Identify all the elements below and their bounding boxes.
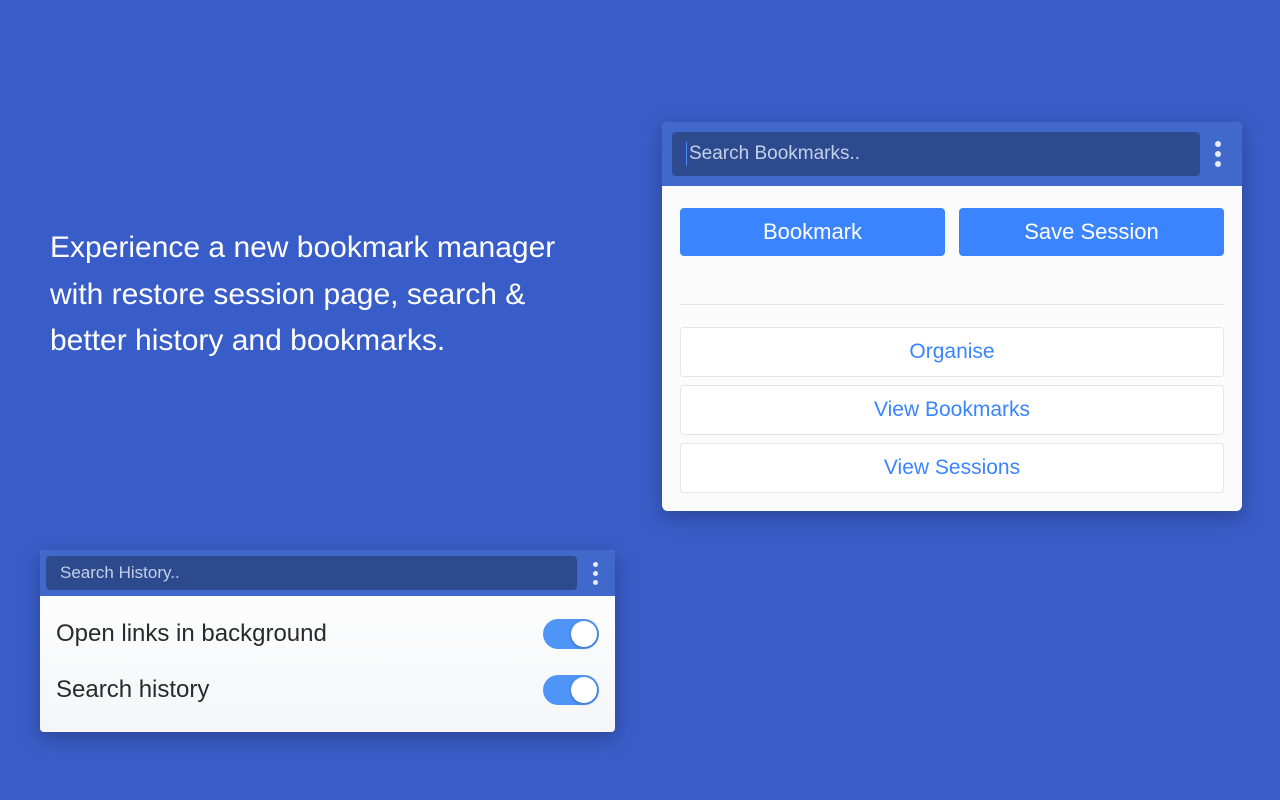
search-bookmarks-input[interactable]: Search Bookmarks.. [672,132,1200,176]
search-bookmarks-placeholder: Search Bookmarks.. [689,143,860,165]
search-history-input[interactable]: Search History.. [46,556,577,590]
setting-open-links-background: Open links in background [56,606,599,662]
view-bookmarks-button[interactable]: View Bookmarks [680,385,1224,435]
view-sessions-button[interactable]: View Sessions [680,443,1224,493]
setting-label: Open links in background [56,620,327,648]
bookmarks-panel-body: Bookmark Save Session Organise View Book… [662,186,1242,511]
save-session-button[interactable]: Save Session [959,208,1224,256]
more-vertical-icon[interactable] [581,556,609,590]
setting-search-history: Search history [56,662,599,718]
bookmarks-panel: Search Bookmarks.. Bookmark Save Session… [662,122,1242,511]
headline-text: Experience a new bookmark manager with r… [50,225,610,365]
divider [680,304,1224,305]
bookmark-button[interactable]: Bookmark [680,208,945,256]
organise-button[interactable]: Organise [680,327,1224,377]
toggle-knob-icon [571,677,597,703]
history-panel-header: Search History.. [40,550,615,596]
setting-label: Search history [56,676,209,704]
toggle-open-links-background[interactable] [543,619,599,649]
bookmarks-panel-header: Search Bookmarks.. [662,122,1242,186]
primary-button-row: Bookmark Save Session [680,208,1224,256]
settings-list: Open links in background Search history [40,596,615,732]
text-cursor-icon [686,142,687,166]
toggle-search-history[interactable] [543,675,599,705]
more-vertical-icon[interactable] [1204,132,1232,176]
history-panel: Search History.. Open links in backgroun… [40,550,615,732]
toggle-knob-icon [571,621,597,647]
search-history-placeholder: Search History.. [60,563,180,583]
